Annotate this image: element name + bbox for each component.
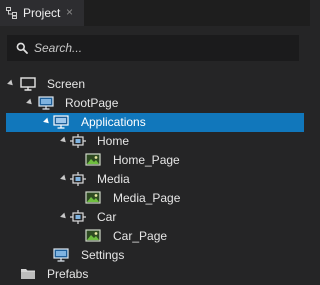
tree-item-media[interactable]: Media <box>0 170 310 189</box>
tree-item-label: Screen <box>47 77 86 91</box>
tree-item-label: Applications <box>81 115 146 129</box>
project-tab-icon <box>6 7 17 19</box>
page-host-icon <box>70 172 86 186</box>
page-icon <box>53 248 69 262</box>
page-host-icon <box>70 210 86 224</box>
expand-arrow-icon[interactable] <box>26 98 34 107</box>
tree-item-media-page[interactable]: Media_Page <box>0 189 310 208</box>
page-icon <box>53 115 69 129</box>
expand-arrow-icon[interactable] <box>7 79 15 88</box>
tree-item-home-page[interactable]: Home_Page <box>0 151 310 170</box>
expand-arrow-icon[interactable] <box>60 212 68 221</box>
tree-item-label: Prefabs <box>47 267 89 281</box>
tree-item-label: Media_Page <box>113 191 181 205</box>
tree-item-applications[interactable]: Applications <box>6 113 304 132</box>
tree-item-rootpage[interactable]: RootPage <box>0 94 310 113</box>
image-icon <box>85 191 101 204</box>
expand-arrow-icon[interactable] <box>43 117 51 126</box>
project-panel: Screen RootPage Applications <box>0 26 310 285</box>
tree-item-label: RootPage <box>65 96 119 110</box>
expand-arrow-icon[interactable] <box>60 136 68 145</box>
tree-item-label: Settings <box>81 248 125 262</box>
tree-item-label: Home <box>97 134 130 148</box>
tree-item-label: Home_Page <box>113 153 180 167</box>
tree-item-prefabs[interactable]: Prefabs <box>0 265 310 284</box>
tree-item-car[interactable]: Car <box>0 208 310 227</box>
tree-item-home[interactable]: Home <box>0 132 310 151</box>
tree-item-label: Car <box>97 210 117 224</box>
search-box[interactable] <box>7 35 299 61</box>
tree-item-settings[interactable]: Settings <box>0 246 310 265</box>
page-icon <box>38 96 54 110</box>
expand-arrow-icon[interactable] <box>60 174 68 183</box>
image-icon <box>85 153 101 166</box>
tree-item-car-page[interactable]: Car_Page <box>0 227 310 246</box>
tree-item-screen[interactable]: Screen <box>0 75 310 94</box>
image-icon <box>85 229 101 242</box>
tab-title: Project <box>23 6 61 20</box>
search-input[interactable] <box>34 36 294 60</box>
search-icon <box>16 42 28 54</box>
folder-icon <box>21 269 35 279</box>
page-host-icon <box>70 134 86 148</box>
tree-item-label: Media <box>97 172 130 186</box>
screen-icon <box>20 77 36 91</box>
tab-bar: Project × <box>0 0 310 26</box>
tab-project[interactable]: Project × <box>0 0 84 26</box>
tree-item-label: Car_Page <box>113 229 168 243</box>
close-icon[interactable]: × <box>66 5 73 19</box>
